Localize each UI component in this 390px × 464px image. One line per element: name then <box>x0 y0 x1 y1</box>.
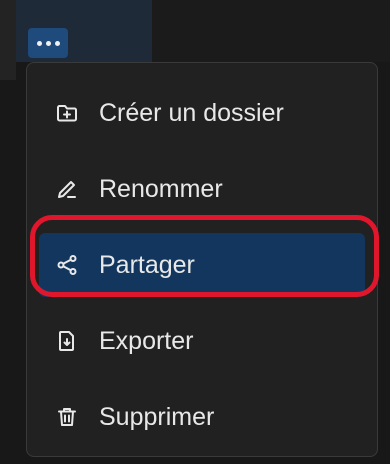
menu-item-label: Supprimer <box>99 402 215 431</box>
app-window: Créer un dossier Renommer Partager Expor… <box>0 0 390 464</box>
ellipsis-dot <box>54 40 60 46</box>
ellipsis-horizontal-icon <box>36 40 42 46</box>
pencil-icon <box>55 177 79 201</box>
context-menu: Créer un dossier Renommer Partager Expor… <box>26 62 378 457</box>
left-panel-edge <box>0 0 16 80</box>
menu-item-create-folder[interactable]: Créer un dossier <box>39 81 365 145</box>
ellipsis-dot <box>45 40 51 46</box>
menu-item-label: Créer un dossier <box>99 98 284 127</box>
menu-item-share[interactable]: Partager <box>39 233 365 297</box>
more-options-button[interactable] <box>28 28 68 58</box>
menu-item-label: Partager <box>99 250 195 279</box>
menu-item-label: Renommer <box>99 174 223 203</box>
menu-item-export[interactable]: Exporter <box>39 309 365 373</box>
trash-icon <box>55 405 79 429</box>
folder-plus-icon <box>55 101 79 125</box>
file-export-icon <box>55 329 79 353</box>
toolbar-right-area <box>152 0 390 62</box>
share-icon <box>55 253 79 277</box>
menu-item-delete[interactable]: Supprimer <box>39 385 365 449</box>
menu-item-rename[interactable]: Renommer <box>39 157 365 221</box>
menu-item-label: Exporter <box>99 326 194 355</box>
